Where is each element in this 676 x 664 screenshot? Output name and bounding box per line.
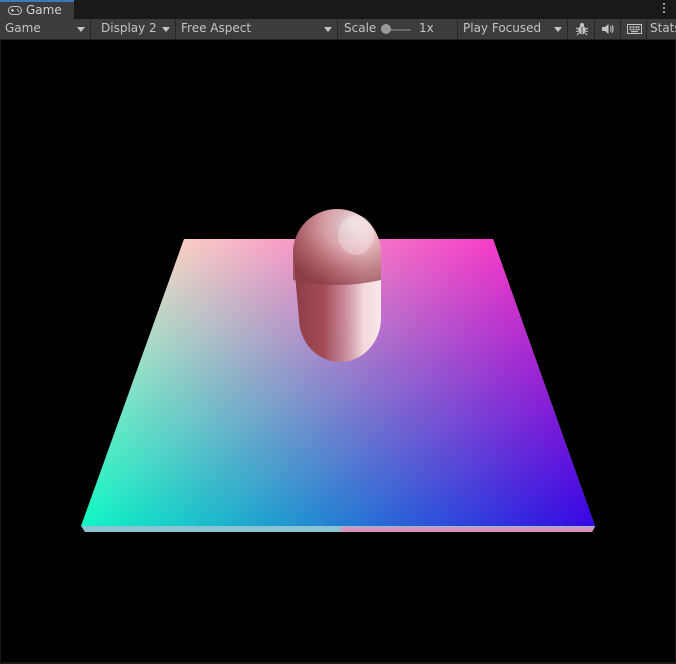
capsule xyxy=(293,209,381,362)
chevron-down-icon xyxy=(162,27,170,32)
chevron-down-icon xyxy=(324,27,332,32)
scene-render xyxy=(81,209,595,532)
tab-bar: Game xyxy=(0,0,676,20)
scale-value: 1x xyxy=(419,21,434,35)
gamepad-icon xyxy=(8,6,22,15)
mute-audio-button[interactable] xyxy=(595,19,621,39)
stats-button[interactable]: Stats xyxy=(647,19,676,39)
display-dropdown[interactable]: Display 2 xyxy=(96,19,176,39)
chevron-down-icon xyxy=(554,27,562,32)
chevron-down-icon xyxy=(77,27,85,32)
tab-label: Game xyxy=(26,3,62,17)
keyboard-icon xyxy=(627,24,642,34)
stats-label: Stats xyxy=(650,21,676,35)
scale-slider-handle[interactable] xyxy=(381,24,391,34)
game-toolbar: Game Display 2 Free Aspect Scale 1x Play… xyxy=(0,19,676,40)
scale-label: Scale xyxy=(344,21,377,35)
view-dropdown[interactable]: Game xyxy=(0,19,91,39)
play-mode-label: Play Focused xyxy=(463,21,542,35)
play-mode-dropdown[interactable]: Play Focused xyxy=(458,19,568,39)
bug-icon xyxy=(575,23,589,36)
bug-button[interactable] xyxy=(569,19,595,39)
game-window: Game Game Display 2 Free Aspect Scale 1x… xyxy=(0,0,676,664)
more-options-icon[interactable] xyxy=(660,2,668,16)
scale-control: Scale 1x xyxy=(339,19,458,39)
display-dropdown-label: Display 2 xyxy=(101,21,157,35)
aspect-dropdown[interactable]: Free Aspect xyxy=(176,19,338,39)
view-dropdown-label: Game xyxy=(5,21,41,35)
game-viewport[interactable] xyxy=(1,40,675,662)
aspect-dropdown-label: Free Aspect xyxy=(181,21,252,35)
speaker-icon xyxy=(602,24,614,34)
keyboard-shortcuts-button[interactable] xyxy=(621,19,647,39)
tab-game[interactable]: Game xyxy=(0,0,74,20)
